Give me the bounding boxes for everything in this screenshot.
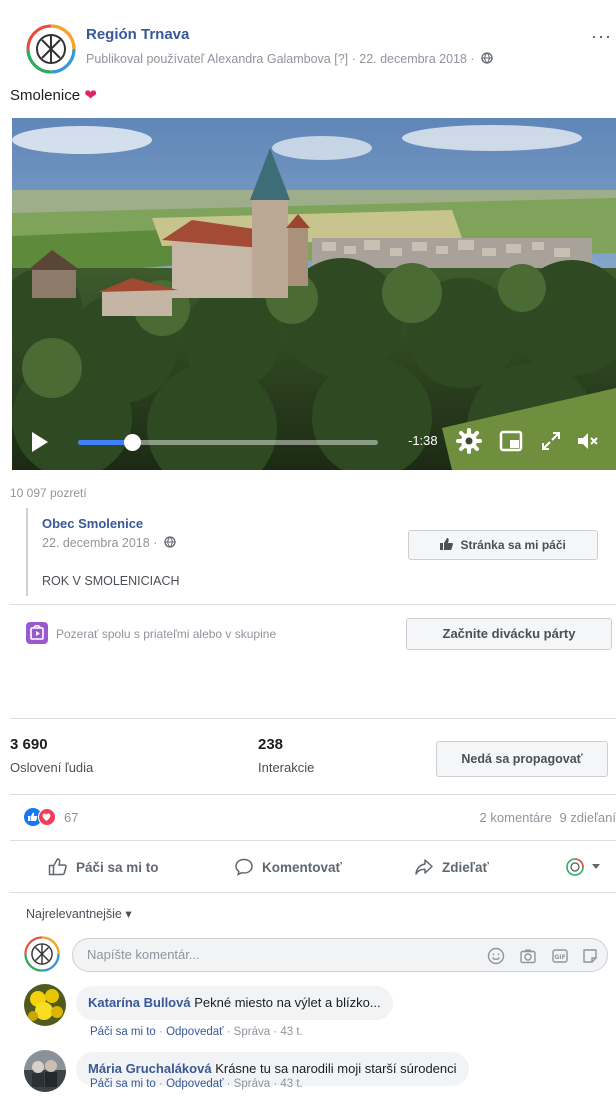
post-as-page-selector[interactable]: [566, 852, 600, 882]
emoji-icon[interactable]: [487, 947, 505, 965]
comment-sort-dropdown[interactable]: Najrelevantnejšie ▾: [26, 906, 132, 921]
comment-like-link[interactable]: Páči sa mi to: [90, 1078, 156, 1090]
divider: [10, 840, 616, 841]
shared-date-text: 22. decembra 2018 ·: [42, 536, 158, 550]
comment-author-link[interactable]: Mária Gruchaláková: [88, 1061, 212, 1076]
comment-reply-link[interactable]: Odpovedať: [166, 1026, 223, 1038]
share-label: Zdieľať: [442, 859, 489, 875]
commenter-avatar[interactable]: [24, 1050, 66, 1092]
commenter-avatar[interactable]: [24, 984, 66, 1026]
video-progress-handle[interactable]: [124, 434, 141, 451]
reaction-count: 67: [64, 810, 79, 825]
comment-bubble-icon: [235, 858, 253, 876]
start-watch-party-button[interactable]: Začnite divácku párty: [406, 618, 612, 650]
reach-label: Oslovení ľudia: [10, 760, 94, 775]
like-label: Páči sa mi to: [76, 859, 159, 875]
share-arrow-icon: [415, 859, 433, 875]
video-controls: -1:38: [12, 414, 616, 470]
reach-value: 3 690: [10, 736, 48, 753]
facebook-post: Región Trnava Publikoval používateľ Alex…: [0, 0, 616, 1098]
share-button[interactable]: Zdieľať: [414, 852, 489, 882]
post-byline: Publikoval používateľ Alexandra Galambov…: [86, 52, 493, 66]
divider: [10, 892, 616, 893]
sticker-icon[interactable]: [581, 947, 599, 965]
byline-text: Publikoval používateľ Alexandra Galambov…: [86, 52, 475, 66]
watch-party-text: Pozerať spolu s priateľmi alebo v skupin…: [56, 627, 277, 641]
picture-in-picture-icon[interactable]: [498, 428, 524, 454]
comment-meta: Páči sa mi to · Odpovedať · Správa · 43 …: [90, 1026, 303, 1038]
fullscreen-icon[interactable]: [538, 428, 564, 454]
globe-icon: [481, 52, 493, 64]
camera-icon[interactable]: [519, 947, 537, 965]
divider: [10, 604, 616, 605]
video-player[interactable]: -1:38: [12, 118, 616, 470]
interactions-value: 238: [258, 736, 284, 753]
video-progress-track[interactable]: [78, 434, 378, 451]
comment-meta: Páči sa mi to · Odpovedať · Správa · 43 …: [90, 1078, 303, 1090]
page-avatar-small-icon: [566, 858, 584, 876]
caption-text: Smolenice: [10, 87, 81, 104]
comment-text: Pekné miesto na výlet a blízko...: [194, 995, 381, 1010]
chevron-down-icon: [592, 864, 600, 869]
shared-post-card: Obec Smolenice 22. decembra 2018 · ROK V…: [26, 508, 601, 596]
composer-avatar: [24, 936, 60, 972]
interactions-label: Interakcie: [258, 760, 315, 775]
share-count-link[interactable]: 9 zdieľaní: [559, 810, 616, 825]
comments-shares-summary: 2 komentáre 9 zdieľaní: [480, 810, 616, 825]
like-page-button[interactable]: Stránka sa mi páči: [408, 530, 598, 560]
divider: [10, 794, 616, 795]
settings-gear-icon[interactable]: [456, 428, 482, 454]
comment-label: Komentovať: [262, 859, 342, 875]
thumbs-up-outline-icon: [48, 858, 67, 876]
comment-count-link[interactable]: 2 komentáre: [480, 810, 552, 825]
more-options-icon[interactable]: ···: [591, 26, 612, 47]
love-reaction-icon: [38, 808, 56, 826]
shared-post-text: ROK V SMOLENICIACH: [42, 574, 180, 588]
comment-meta-tail: · Správa · 43 t.: [226, 1026, 303, 1038]
post-header: Región Trnava Publikoval používateľ Alex…: [26, 22, 616, 82]
comment-text: Krásne tu sa narodili moji starší súrode…: [215, 1061, 457, 1076]
like-page-label: Stránka sa mi páči: [460, 538, 566, 552]
time-remaining: -1:38: [408, 433, 438, 448]
comment-meta-tail: · Správa · 43 t.: [226, 1078, 303, 1090]
like-button[interactable]: Páči sa mi to: [48, 852, 159, 882]
post-caption: Smolenice ❤: [10, 86, 97, 104]
page-name-link[interactable]: Región Trnava: [86, 26, 189, 43]
comment-author-link[interactable]: Katarína Bullová: [88, 995, 191, 1010]
comment-composer: GIF: [72, 938, 608, 972]
svg-text:GIF: GIF: [554, 954, 565, 961]
comment-reply-link[interactable]: Odpovedať: [166, 1078, 223, 1090]
comment-button[interactable]: Komentovať: [234, 852, 342, 882]
gif-icon[interactable]: GIF: [551, 947, 569, 965]
shared-post-date: 22. decembra 2018 ·: [42, 536, 176, 550]
heart-emoji-icon: ❤: [84, 87, 97, 104]
comment-like-link[interactable]: Páči sa mi to: [90, 1026, 156, 1038]
meta-separator: ·: [159, 1026, 167, 1038]
volume-muted-icon[interactable]: [574, 428, 600, 454]
comment-bubble: Katarína Bullová Pekné miesto na výlet a…: [76, 986, 393, 1020]
thumbs-up-icon: [440, 538, 453, 550]
play-button-icon[interactable]: [32, 432, 48, 452]
shared-page-name-link[interactable]: Obec Smolenice: [42, 516, 143, 531]
comment-input[interactable]: [87, 947, 427, 962]
meta-separator: ·: [159, 1078, 167, 1090]
globe-icon: [164, 536, 176, 548]
page-logo[interactable]: [26, 24, 76, 74]
promote-button[interactable]: Nedá sa propagovať: [436, 741, 608, 777]
divider: [10, 718, 616, 719]
watch-party-icon: [26, 622, 48, 644]
view-count: 10 097 pozretí: [10, 486, 87, 500]
